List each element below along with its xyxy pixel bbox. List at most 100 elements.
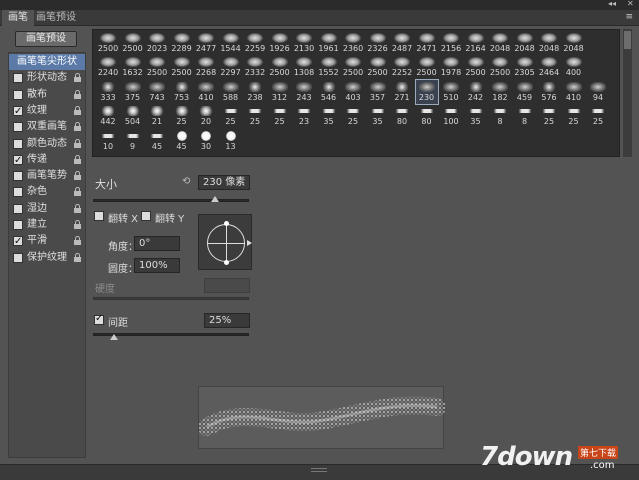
flip-x-checkbox[interactable]	[94, 211, 104, 221]
brush-tip[interactable]: 2500	[146, 55, 168, 79]
brush-tip[interactable]: 238	[244, 80, 266, 104]
brush-tip[interactable]: 10	[97, 129, 119, 153]
resize-grip[interactable]	[311, 468, 327, 472]
brush-tip[interactable]: 459	[514, 80, 536, 104]
option-item-9[interactable]: 湿边	[9, 201, 85, 217]
brush-tip[interactable]: 2268	[195, 55, 217, 79]
brush-tip[interactable]: 243	[293, 80, 315, 104]
option-checkbox[interactable]	[13, 171, 23, 182]
lock-icon[interactable]	[74, 220, 81, 229]
brush-tip[interactable]: 2500	[171, 55, 193, 79]
brush-tip[interactable]: 35	[318, 104, 340, 128]
brush-tip[interactable]: 25	[244, 104, 266, 128]
brush-tip[interactable]: 25	[171, 104, 193, 128]
brush-tip[interactable]: 442	[97, 104, 119, 128]
brush-tip[interactable]: 1552	[318, 55, 340, 79]
angle-field[interactable]: 0°	[134, 236, 180, 251]
brush-tip[interactable]: 2164	[465, 31, 487, 55]
option-item-1[interactable]: 形状动态	[9, 70, 85, 86]
option-item-0[interactable]: 画笔笔尖形状	[9, 54, 85, 70]
spacing-field[interactable]: 25%	[204, 313, 250, 328]
brush-tip[interactable]: 2240	[97, 55, 119, 79]
brush-tip[interactable]: 743	[146, 80, 168, 104]
brush-tip[interactable]: 94	[587, 80, 609, 104]
lock-icon[interactable]	[74, 252, 81, 262]
brush-tip[interactable]: 2252	[391, 55, 413, 79]
option-item-10[interactable]: 建立	[9, 217, 85, 233]
option-item-6[interactable]: 传递	[9, 152, 85, 169]
brush-tip[interactable]: 25	[342, 104, 364, 128]
roundness-handle-top[interactable]	[224, 221, 229, 226]
brush-tip[interactable]: 2487	[391, 31, 413, 55]
brush-tip[interactable]: 1544	[220, 31, 242, 55]
option-checkbox[interactable]	[13, 138, 23, 149]
size-field[interactable]: 230 像素	[198, 175, 250, 190]
option-item-3[interactable]: 纹理	[9, 103, 85, 120]
option-checkbox[interactable]	[13, 73, 23, 84]
brush-tip[interactable]: 410	[563, 80, 585, 104]
brush-tip[interactable]: 546	[318, 80, 340, 104]
brush-tip[interactable]: 35	[465, 104, 487, 128]
size-slider-knob[interactable]	[210, 196, 219, 202]
option-item-8[interactable]: 杂色	[9, 184, 85, 200]
option-checkbox[interactable]	[13, 234, 23, 250]
lock-icon[interactable]	[74, 203, 81, 213]
panel-menu-icon[interactable]: ≡	[625, 12, 633, 22]
brush-tip[interactable]: 2477	[195, 31, 217, 55]
brush-tip[interactable]: 753	[171, 80, 193, 104]
brush-tip[interactable]: 2259	[244, 31, 266, 55]
brush-tip[interactable]: 2289	[171, 31, 193, 55]
option-checkbox[interactable]	[13, 89, 23, 100]
brush-tip[interactable]: 80	[416, 104, 438, 128]
brush-tip[interactable]: 2500	[122, 31, 144, 55]
lock-icon[interactable]	[74, 187, 81, 197]
option-item-7[interactable]: 画笔笔势	[9, 168, 85, 184]
brush-tip[interactable]: 410	[195, 80, 217, 104]
brush-tip[interactable]: 25	[563, 104, 585, 128]
brush-grid-scrollbar[interactable]	[623, 29, 632, 157]
brush-tip[interactable]: 35	[367, 104, 389, 128]
scrollbar-thumb[interactable]	[624, 31, 631, 49]
brush-tip[interactable]: 25	[220, 104, 242, 128]
brush-tip[interactable]: 2500	[97, 31, 119, 55]
brush-tip[interactable]: 2305	[514, 55, 536, 79]
brush-tip[interactable]: 576	[538, 80, 560, 104]
brush-tip[interactable]: 2156	[440, 31, 462, 55]
brush-tip[interactable]: 1978	[440, 55, 462, 79]
option-item-5[interactable]: 颜色动态	[9, 136, 85, 152]
reset-size-icon[interactable]: ⟲	[182, 176, 190, 187]
brush-tip[interactable]: 25	[269, 104, 291, 128]
collapse-icon[interactable]: ◂◂	[608, 0, 616, 8]
brush-tip[interactable]: 230	[414, 79, 439, 105]
brush-tip[interactable]: 333	[97, 80, 119, 104]
brush-tip[interactable]: 30	[195, 129, 217, 153]
brush-tip[interactable]: 2500	[367, 55, 389, 79]
option-checkbox[interactable]	[13, 153, 23, 169]
option-checkbox[interactable]	[13, 104, 23, 120]
brush-tip[interactable]: 2326	[367, 31, 389, 55]
option-checkbox[interactable]	[13, 220, 23, 230]
tab-brush-presets[interactable]: 画笔预设	[30, 10, 82, 26]
lock-icon[interactable]	[74, 73, 81, 83]
brush-tip[interactable]: 2048	[514, 31, 536, 55]
close-icon[interactable]: ✕	[627, 0, 634, 8]
brush-tip[interactable]: 2023	[146, 31, 168, 55]
spacing-checkbox[interactable]: ✓	[94, 313, 104, 325]
brush-tip[interactable]: 312	[269, 80, 291, 104]
option-checkbox[interactable]	[13, 252, 23, 263]
brush-tip[interactable]: 1632	[122, 55, 144, 79]
option-item-12[interactable]: 保护纹理	[9, 250, 85, 266]
lock-icon[interactable]	[74, 138, 81, 148]
angle-arrow-icon[interactable]	[247, 240, 252, 246]
size-slider[interactable]	[93, 199, 249, 202]
brush-tip[interactable]: 1961	[318, 31, 340, 55]
brush-tip[interactable]: 21	[146, 104, 168, 128]
lock-icon[interactable]	[74, 154, 81, 164]
option-checkbox[interactable]	[13, 187, 23, 198]
brush-tip[interactable]: 20	[195, 104, 217, 128]
brush-tip[interactable]: 2500	[465, 55, 487, 79]
brush-tip[interactable]: 271	[391, 80, 413, 104]
brush-tip[interactable]: 2048	[538, 31, 560, 55]
brush-tip[interactable]: 2130	[293, 31, 315, 55]
brush-tip[interactable]: 2500	[269, 55, 291, 79]
